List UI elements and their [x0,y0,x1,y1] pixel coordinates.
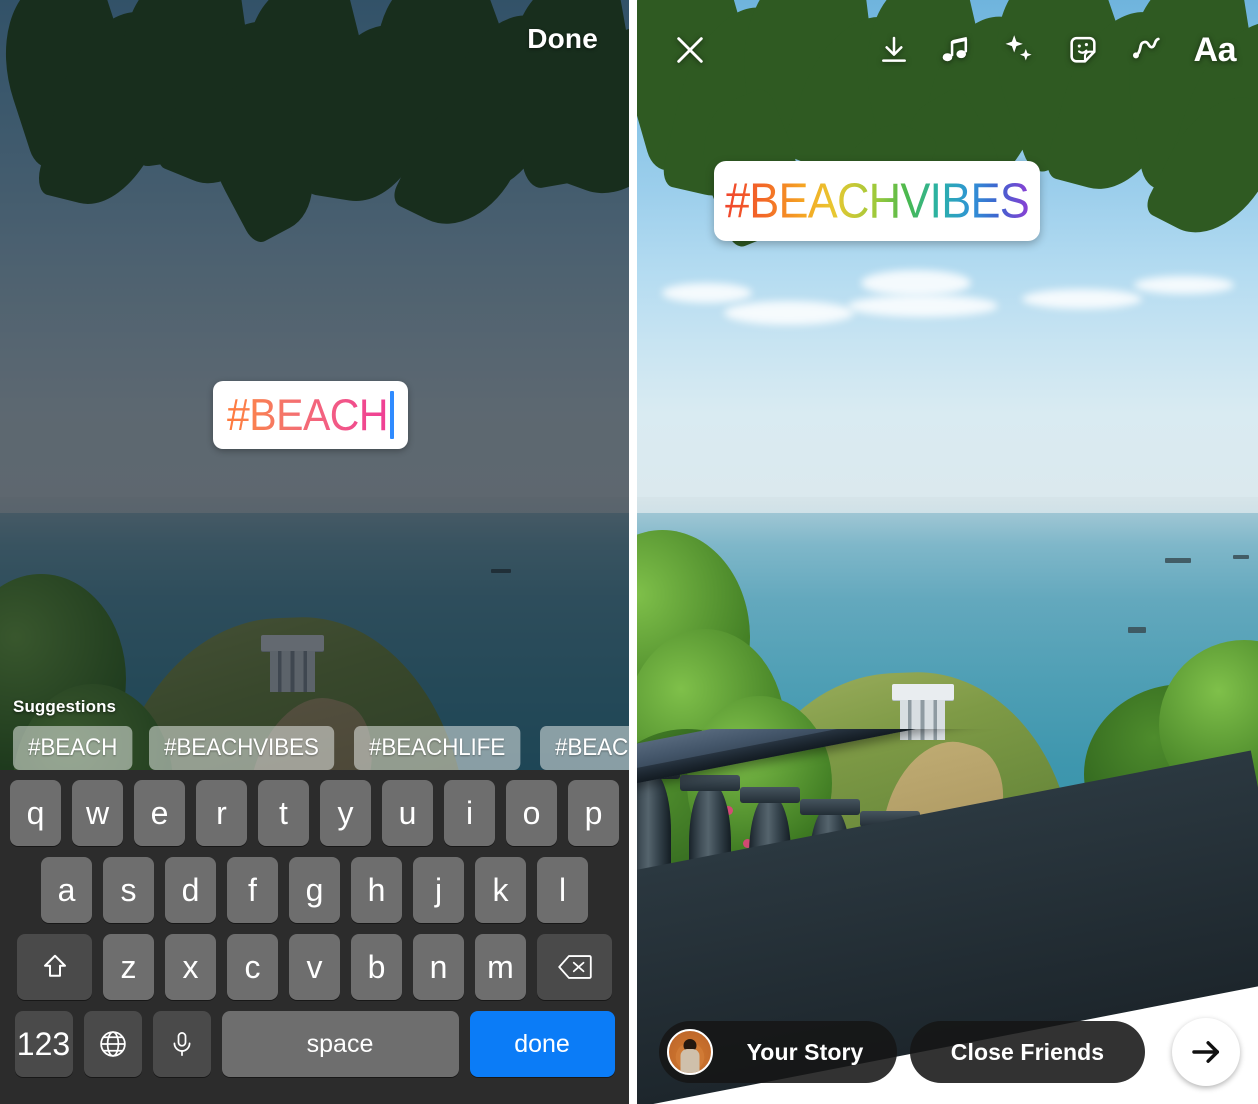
backspace-key[interactable] [537,934,612,1000]
pavilion-roof [891,684,954,700]
suggestion-chip-list: #BEACH#BEACHVIBES#BEACHLIFE#BEACHDAY# [0,726,629,770]
close-friends-button[interactable]: Close Friends [910,1021,1145,1083]
key-n[interactable]: n [413,934,464,1000]
your-story-label: Your Story [746,1038,864,1065]
suggestion-chip[interactable]: #BEACHDAY [540,726,629,770]
hashtag-text-input[interactable]: #BEACH [213,381,408,449]
keyboard-row-4: 123 space done [0,1011,629,1077]
suggestion-chip[interactable]: #BEACHLIFE [354,726,521,770]
save-download-button[interactable] [878,34,910,66]
sparkles-icon [1005,35,1032,61]
suggestions-section: Suggestions #BEACH #BEACHVIBES #BEACHLIFE #… [0,697,629,770]
key-e[interactable]: e [134,780,185,846]
key-q[interactable]: q [10,780,61,846]
keyboard-row-2: asdfghjkl [0,857,629,923]
hashtag-sticker[interactable]: #BEACHVIBES [714,161,1040,241]
keyboard-row-3: zxcvbnm [0,934,629,1000]
suggestions-label: Suggestions [13,697,117,716]
key-f[interactable]: f [227,857,278,923]
numbers-key[interactable]: 123 [14,1011,73,1077]
instagram-story-editor-screenshot: Done #BEACH Suggestions #BEACH #BEACHVIBE… [0,0,1258,1104]
key-p[interactable]: p [568,780,619,846]
draw-squiggle-icon [1132,37,1160,59]
text-tool-button[interactable]: Aa [1194,31,1237,70]
avatar [667,1029,713,1075]
key-r[interactable]: r [196,780,247,846]
key-i[interactable]: i [444,780,495,846]
on-screen-keyboard: qwertyuiop asdfghjkl zxcvbnm 123 space d… [0,770,629,1104]
arrow-right-icon [1192,1041,1220,1063]
microphone-icon [173,1032,190,1056]
distant-boat [1127,627,1146,634]
sticker-button[interactable] [1066,33,1100,67]
key-l[interactable]: l [537,857,588,923]
shift-arrow-icon [43,954,66,977]
globe-key[interactable] [83,1011,142,1077]
sticker-icon [1069,36,1096,63]
story-share-bar: Your Story Close Friends [637,1000,1258,1104]
story-editor-toolbar: Aa [637,0,1258,100]
key-x[interactable]: x [165,934,216,1000]
keyboard-done-key[interactable]: done [469,1011,615,1077]
done-button[interactable]: Done [527,23,598,55]
key-s[interactable]: s [103,857,154,923]
distant-ship [1233,555,1250,560]
key-b[interactable]: b [351,934,402,1000]
backspace-icon [557,955,592,979]
key-a[interactable]: a [41,857,92,923]
key-d[interactable]: d [165,857,216,923]
shift-key[interactable] [17,934,92,1000]
your-story-button[interactable]: Your Story [659,1021,897,1083]
key-j[interactable]: j [413,857,464,923]
suggestion-chip[interactable]: #BEACHVIBES [148,726,334,770]
left-panel-hashtag-typing: Done #BEACH Suggestions #BEACH #BEACHVIBE… [0,0,629,1104]
key-k[interactable]: k [475,857,526,923]
music-button[interactable] [940,34,972,66]
hashtag-sticker-text: #BEACHVIBES [725,172,1030,229]
draw-button[interactable] [1130,33,1164,67]
effects-button[interactable] [1002,33,1036,67]
close-friends-label: Close Friends [950,1038,1105,1065]
key-g[interactable]: g [289,857,340,923]
right-panel-story-preview: Aa #BEACHVIBES Your Story Close Friends [637,0,1258,1104]
distant-ship [1164,557,1191,563]
key-m[interactable]: m [475,934,526,1000]
space-key[interactable]: space [221,1011,459,1077]
dictation-key[interactable] [152,1011,211,1077]
key-t[interactable]: t [258,780,309,846]
text-cursor [390,391,395,439]
suggestion-chip[interactable]: #BEACH [13,726,133,770]
close-button[interactable] [673,33,707,67]
key-y[interactable]: y [320,780,371,846]
key-c[interactable]: c [227,934,278,1000]
key-h[interactable]: h [351,857,402,923]
key-v[interactable]: v [289,934,340,1000]
globe-icon [99,1031,126,1057]
key-o[interactable]: o [506,780,557,846]
keyboard-row-1: qwertyuiop [0,780,629,846]
download-icon [881,36,906,62]
hashtag-input-value: #BEACH [226,389,389,440]
key-w[interactable]: w [72,780,123,846]
panel-divider [629,0,637,1104]
send-button[interactable] [1172,1018,1240,1086]
close-icon [677,37,703,63]
music-note-icon [942,36,967,62]
key-z[interactable]: z [103,934,154,1000]
key-u[interactable]: u [382,780,433,846]
